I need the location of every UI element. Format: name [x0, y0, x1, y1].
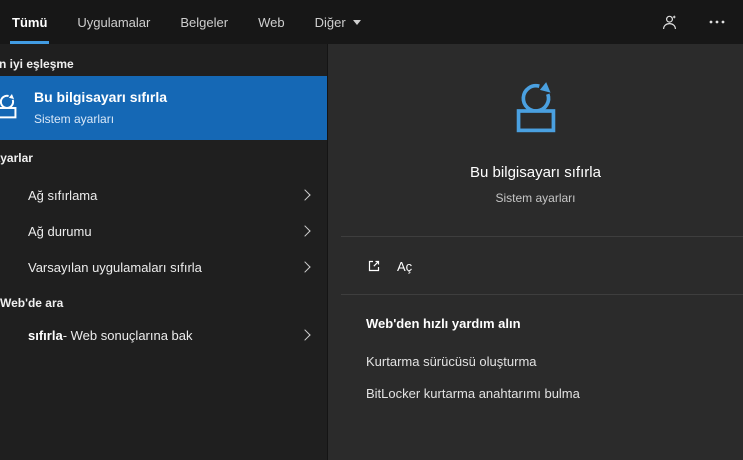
preview-panel: Bu bilgisayarı sıfırla Sistem ayarları A… [327, 44, 743, 460]
best-match-result[interactable]: Bu bilgisayarı sıfırla Sistem ayarları [0, 76, 327, 140]
chevron-right-icon [299, 189, 310, 200]
divider [341, 294, 743, 295]
user-account-button[interactable] [659, 12, 679, 32]
divider [341, 236, 743, 237]
result-reset-default-apps[interactable]: Varsayılan uygulamaları sıfırla [0, 249, 327, 285]
best-match-header: En iyi eşleşme [0, 57, 74, 71]
help-link-bitlocker-key[interactable]: BitLocker kurtarma anahtarımı bulma [366, 386, 580, 401]
preview-title: Bu bilgisayarı sıfırla [328, 164, 743, 181]
web-search-section-header: Web'de ara [0, 296, 63, 310]
search-results-panel: En iyi eşleşme Bu bilgisayarı sıfırla Si… [0, 44, 327, 460]
tab-web[interactable]: Web [258, 0, 285, 44]
chevron-right-icon [299, 261, 310, 272]
reset-pc-icon [505, 80, 567, 142]
chevron-down-icon [353, 20, 361, 25]
tab-all-label: Tümü [12, 15, 47, 30]
best-match-title: Bu bilgisayarı sıfırla [34, 89, 167, 105]
launch-icon [366, 258, 382, 274]
result-network-reset[interactable]: Ağ sıfırlama [0, 177, 327, 213]
result-web-search[interactable]: sıfırla - Web sonuçlarına bak [0, 317, 327, 353]
more-options-button[interactable] [707, 12, 727, 32]
result-label: Ağ sıfırlama [28, 188, 97, 203]
preview-subtitle: Sistem ayarları [328, 191, 743, 205]
result-label: Ağ durumu [28, 224, 92, 239]
search-filter-tabs: Tümü Uygulamalar Belgeler Web Diğer [12, 0, 361, 44]
tab-documents-label: Belgeler [180, 15, 228, 30]
settings-section-header: Ayarlar [0, 151, 33, 165]
tab-all[interactable]: Tümü [12, 0, 47, 44]
result-network-status[interactable]: Ağ durumu [0, 213, 327, 249]
web-search-suffix: - Web sonuçlarına bak [63, 328, 193, 343]
topbar-actions [659, 0, 727, 44]
more-options-icon [709, 20, 725, 24]
web-search-query: sıfırla [28, 328, 63, 343]
chevron-right-icon [299, 225, 310, 236]
result-label: Varsayılan uygulamaları sıfırla [28, 260, 202, 275]
help-link-recovery-drive[interactable]: Kurtarma sürücüsü oluşturma [366, 354, 537, 369]
best-match-subtitle: Sistem ayarları [34, 112, 114, 126]
tab-apps-label: Uygulamalar [77, 15, 150, 30]
web-help-header: Web'den hızlı yardım alın [366, 316, 521, 331]
open-action-button[interactable]: Aç [328, 244, 743, 288]
open-action-label: Aç [397, 259, 412, 274]
tab-more-label: Diğer [315, 15, 346, 30]
search-top-bar: Tümü Uygulamalar Belgeler Web Diğer [0, 0, 743, 44]
tab-web-label: Web [258, 15, 285, 30]
chevron-right-icon [299, 329, 310, 340]
tab-apps[interactable]: Uygulamalar [77, 0, 150, 44]
person-icon [661, 14, 678, 31]
tab-documents[interactable]: Belgeler [180, 0, 228, 44]
tab-more[interactable]: Diğer [315, 0, 361, 44]
reset-pc-icon [0, 93, 22, 123]
